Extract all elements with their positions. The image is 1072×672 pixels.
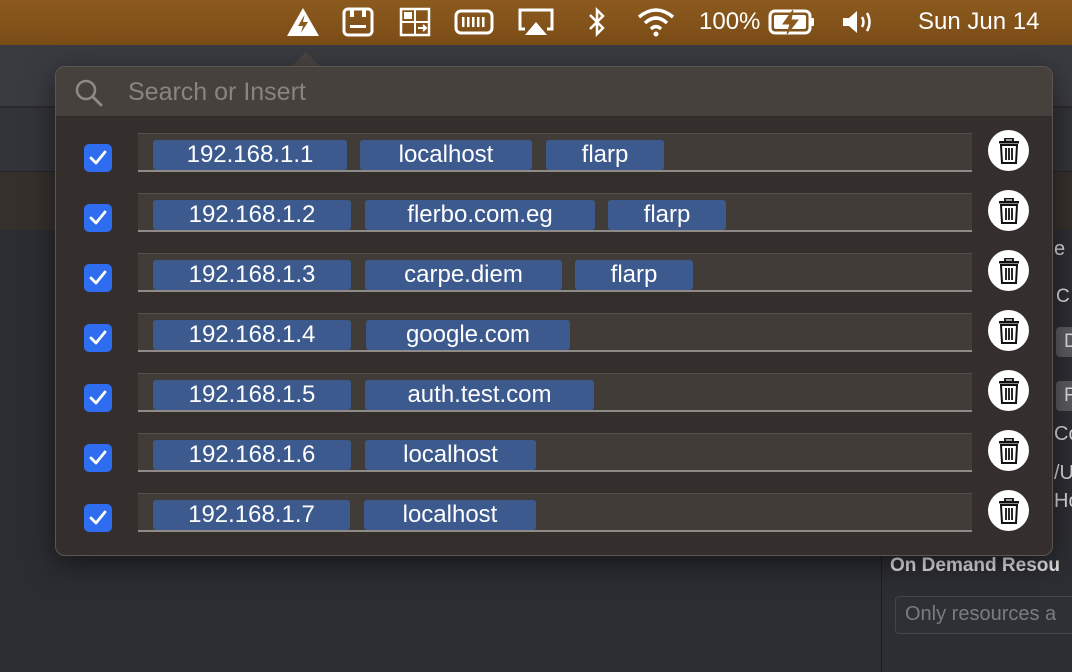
hostname-token[interactable]: flerbo.com.eg — [365, 200, 595, 230]
inspector-button-fragment[interactable]: F — [1056, 381, 1072, 411]
on-demand-resources-heading: On Demand Resou — [890, 555, 1060, 576]
inspector-fragment: Co — [1054, 423, 1072, 445]
host-entry-row: 192.168.1.2 flerbo.com.eg flarp — [56, 190, 1052, 250]
hostname-token[interactable]: localhost — [365, 440, 536, 470]
hostname-token[interactable]: localhost — [360, 140, 532, 170]
trash-icon — [998, 377, 1019, 404]
hostname-token[interactable]: auth.test.com — [365, 380, 594, 410]
host-entry-row: 192.168.1.3 carpe.diem flarp — [56, 250, 1052, 310]
host-enabled-checkbox[interactable] — [84, 144, 112, 172]
trash-icon — [998, 137, 1019, 164]
inspector-fragment: Ho — [1054, 490, 1072, 512]
host-entry-row: 192.168.1.1 localhost flarp — [56, 130, 1052, 190]
host-enabled-checkbox[interactable] — [84, 444, 112, 472]
checkmark-icon — [89, 450, 107, 465]
host-entry-field[interactable]: 192.168.1.2 flerbo.com.eg flarp — [138, 193, 972, 232]
wifi-icon[interactable] — [636, 6, 676, 38]
pasteboard-icon[interactable] — [340, 6, 376, 38]
ip-token[interactable]: 192.168.1.5 — [153, 380, 351, 410]
trash-icon — [998, 437, 1019, 464]
host-entry-row: 192.168.1.7 localhost — [56, 490, 1052, 550]
checkmark-icon — [89, 390, 107, 405]
checkmark-icon — [89, 270, 107, 285]
host-enabled-checkbox[interactable] — [84, 384, 112, 412]
airplay-icon[interactable] — [517, 6, 555, 38]
menu-bar: 100% Sun Jun 14 — [0, 0, 1072, 45]
hosts-popover: 192.168.1.1 localhost flarp 192.168.1.2 … — [55, 66, 1053, 556]
host-entry-field[interactable]: 192.168.1.7 localhost — [138, 493, 972, 532]
inspector-fragment: e — [1054, 238, 1066, 260]
host-entry-field[interactable]: 192.168.1.1 localhost flarp — [138, 133, 972, 172]
trash-icon — [998, 257, 1019, 284]
delete-entry-button[interactable] — [988, 250, 1029, 291]
bluetooth-icon[interactable] — [584, 6, 610, 38]
ip-token[interactable]: 192.168.1.4 — [153, 320, 351, 350]
trash-icon — [998, 317, 1019, 344]
menu-bar-clock[interactable]: Sun Jun 14 — [918, 7, 1039, 37]
volume-icon[interactable] — [840, 6, 876, 38]
hostname-token[interactable]: google.com — [366, 320, 570, 350]
trash-icon — [998, 497, 1019, 524]
hostname-token[interactable]: localhost — [364, 500, 536, 530]
ip-token[interactable]: 192.168.1.6 — [153, 440, 351, 470]
ip-token[interactable]: 192.168.1.1 — [153, 140, 347, 170]
delete-entry-button[interactable] — [988, 370, 1029, 411]
hostname-token[interactable]: flarp — [575, 260, 693, 290]
checkmark-icon — [89, 150, 107, 165]
search-input[interactable] — [128, 75, 1008, 109]
inspector-button-fragment[interactable]: D — [1056, 327, 1072, 357]
host-entry-field[interactable]: 192.168.1.6 localhost — [138, 433, 972, 472]
inspector-fragment: /U — [1054, 462, 1072, 484]
inspector-fragment: C — [1056, 286, 1070, 307]
delete-entry-button[interactable] — [988, 490, 1029, 531]
trash-icon — [998, 197, 1019, 224]
search-icon — [74, 78, 104, 113]
screen-share-icon[interactable] — [398, 6, 432, 38]
checkmark-icon — [89, 330, 107, 345]
host-enabled-checkbox[interactable] — [84, 264, 112, 292]
delete-entry-button[interactable] — [988, 310, 1029, 351]
hosts-warning-icon[interactable] — [284, 6, 322, 38]
host-enabled-checkbox[interactable] — [84, 324, 112, 352]
host-entry-row: 192.168.1.5 auth.test.com — [56, 370, 1052, 430]
hostname-token[interactable]: flarp — [546, 140, 664, 170]
host-enabled-checkbox[interactable] — [84, 504, 112, 532]
battery-charging-icon[interactable] — [768, 6, 816, 38]
ip-token[interactable]: 192.168.1.7 — [153, 500, 350, 530]
host-entry-row: 192.168.1.6 localhost — [56, 430, 1052, 490]
checkmark-icon — [89, 510, 107, 525]
search-bar — [56, 67, 1052, 117]
battery-percentage: 100% — [699, 8, 761, 35]
ip-token[interactable]: 192.168.1.3 — [153, 260, 351, 290]
delete-entry-button[interactable] — [988, 430, 1029, 471]
ip-token[interactable]: 192.168.1.2 — [153, 200, 351, 230]
delete-entry-button[interactable] — [988, 190, 1029, 231]
host-enabled-checkbox[interactable] — [84, 204, 112, 232]
host-entry-row: 192.168.1.4 google.com — [56, 310, 1052, 370]
host-entry-field[interactable]: 192.168.1.5 auth.test.com — [138, 373, 972, 412]
checkmark-icon — [89, 210, 107, 225]
hostname-token[interactable]: carpe.diem — [365, 260, 562, 290]
hostname-token[interactable]: flarp — [608, 200, 726, 230]
keyboard-icon[interactable] — [454, 6, 494, 38]
popover-arrow — [292, 52, 320, 66]
on-demand-resources-field[interactable]: Only resources a — [895, 596, 1072, 634]
host-entry-field[interactable]: 192.168.1.4 google.com — [138, 313, 972, 352]
host-entry-field[interactable]: 192.168.1.3 carpe.diem flarp — [138, 253, 972, 292]
delete-entry-button[interactable] — [988, 130, 1029, 171]
